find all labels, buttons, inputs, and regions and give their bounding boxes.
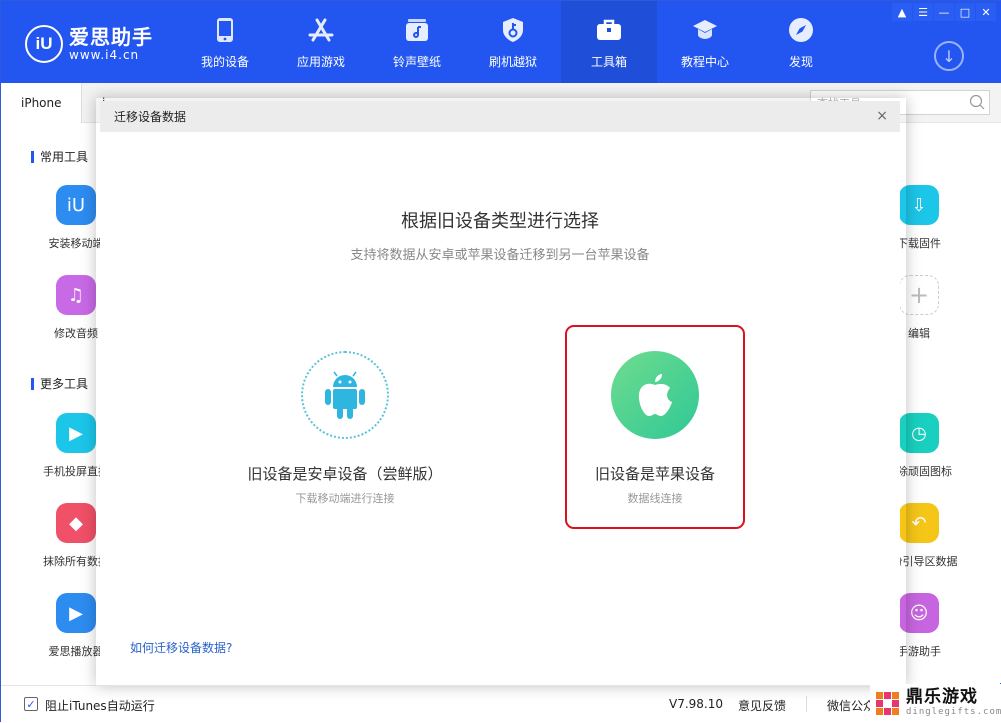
nav-label: 应用游戏 xyxy=(296,55,345,69)
dialog-close-button[interactable]: × xyxy=(876,108,888,124)
eraser-icon: ◆ xyxy=(56,503,96,543)
version-label: V7.98.10 xyxy=(669,697,724,711)
tab-iphone[interactable]: iPhone xyxy=(1,83,81,123)
divider xyxy=(806,696,807,712)
app-logo: iU 爱思助手 www.i4.cn xyxy=(25,25,153,63)
tool-label: 修改音频 xyxy=(54,327,98,340)
option-sublabel: 下载移动端进行连接 xyxy=(295,492,395,505)
nav-label: 铃声壁纸 xyxy=(392,55,441,69)
dialog-heading: 根据旧设备类型进行选择 xyxy=(401,211,599,232)
nav-item-apps[interactable]: 应用游戏 xyxy=(273,1,369,83)
option-apple-device[interactable]: 旧设备是苹果设备 数据线连接 xyxy=(565,325,745,529)
nav-label: 教程中心 xyxy=(680,55,729,69)
download-manager-button[interactable]: ↓ xyxy=(934,41,964,71)
section-label: 常用工具 xyxy=(40,150,89,164)
iu-icon: iU xyxy=(56,185,96,225)
section-common-tools: 常用工具 xyxy=(31,148,88,165)
feedback-link[interactable]: 意见反馈 xyxy=(738,697,786,714)
phone-icon xyxy=(212,17,238,43)
checkmark-icon: ✓ xyxy=(26,697,36,711)
music-icon xyxy=(404,17,430,43)
nav-label: 发现 xyxy=(788,55,813,69)
skin-button[interactable]: ▲ xyxy=(892,3,912,21)
menu-button[interactable]: ☰ xyxy=(913,3,933,21)
status-bar: ✓ 阻止iTunes自动运行 V7.98.10 意见反馈 微信公众号 xyxy=(1,685,1001,723)
nav-label: 工具箱 xyxy=(590,55,627,69)
nav-item-toolbox[interactable]: 工具箱 xyxy=(561,1,657,83)
android-icon xyxy=(301,351,389,439)
nav-item-discover[interactable]: 发现 xyxy=(753,1,849,83)
compass-icon xyxy=(788,17,814,43)
block-itunes-checkbox[interactable]: ✓ xyxy=(24,697,38,711)
dialog-header: 迁移设备数据 × xyxy=(100,101,900,132)
maximize-button[interactable]: □ xyxy=(955,3,975,21)
option-android-device[interactable]: 旧设备是安卓设备（尝鲜版） 下载移动端进行连接 xyxy=(230,351,460,506)
window-controls: ▲ ☰ — □ ✕ xyxy=(891,3,996,21)
graduation-cap-icon xyxy=(692,17,718,43)
nav-label: 刷机越狱 xyxy=(488,55,537,69)
option-label: 旧设备是安卓设备（尝鲜版） xyxy=(247,465,443,483)
close-icon: ✕ xyxy=(981,5,991,19)
audio-file-icon: ♫ xyxy=(56,275,96,315)
dialog-title: 迁移设备数据 xyxy=(114,110,187,124)
option-sublabel: 数据线连接 xyxy=(627,492,683,505)
section-label: 更多工具 xyxy=(40,377,89,391)
search-icon[interactable] xyxy=(969,94,985,110)
minimize-button[interactable]: — xyxy=(934,3,954,21)
top-header: iU 爱思助手 www.i4.cn 我的设备 应用游戏 铃声壁纸 刷机越狱 工具… xyxy=(1,1,1001,83)
nav-item-flash-jailbreak[interactable]: 刷机越狱 xyxy=(465,1,561,83)
watermark-title: 鼎乐游戏 xyxy=(906,687,978,707)
toolbox-icon xyxy=(596,17,622,43)
option-label: 旧设备是苹果设备 xyxy=(594,465,715,483)
minimize-icon: — xyxy=(938,5,950,19)
logo-mark: iU xyxy=(25,25,63,63)
shirt-icon: ▲ xyxy=(897,5,907,19)
nav-item-tutorials[interactable]: 教程中心 xyxy=(657,1,753,83)
download-arrow-icon: ↓ xyxy=(942,46,956,66)
main-nav: 我的设备 应用游戏 铃声壁纸 刷机越狱 工具箱 教程中心 发现 xyxy=(177,1,849,83)
watermark-logo-icon xyxy=(876,691,899,715)
nav-label: 我的设备 xyxy=(200,55,249,69)
nav-item-ringtones[interactable]: 铃声壁纸 xyxy=(369,1,465,83)
apple-icon xyxy=(611,351,699,439)
app-url: www.i4.cn xyxy=(69,48,140,62)
shield-key-icon xyxy=(500,17,526,43)
nav-item-my-device[interactable]: 我的设备 xyxy=(177,1,273,83)
migrate-data-dialog: 迁移设备数据 × 根据旧设备类型进行选择 支持将数据从安卓或苹果设备迁移到另一台… xyxy=(100,101,900,679)
tool-label: 编辑 xyxy=(908,327,930,340)
watermark-url: dinglegifts.com xyxy=(906,707,1001,717)
menu-icon: ☰ xyxy=(918,5,928,19)
app-store-icon xyxy=(308,17,334,43)
help-migrate-link[interactable]: 如何迁移设备数据? xyxy=(130,639,232,656)
close-window-button[interactable]: ✕ xyxy=(976,3,996,21)
screen-cast-icon: ▶ xyxy=(56,413,96,453)
play-icon: ▶ xyxy=(56,593,96,633)
maximize-icon: □ xyxy=(959,5,971,19)
watermark: 鼎乐游戏 dinglegifts.com xyxy=(870,684,1001,722)
section-more-tools: 更多工具 xyxy=(31,375,88,392)
app-name: 爱思助手 xyxy=(69,25,153,49)
block-itunes-label[interactable]: 阻止iTunes自动运行 xyxy=(45,697,155,714)
dialog-subheading: 支持将数据从安卓或苹果设备迁移到另一台苹果设备 xyxy=(350,248,650,263)
